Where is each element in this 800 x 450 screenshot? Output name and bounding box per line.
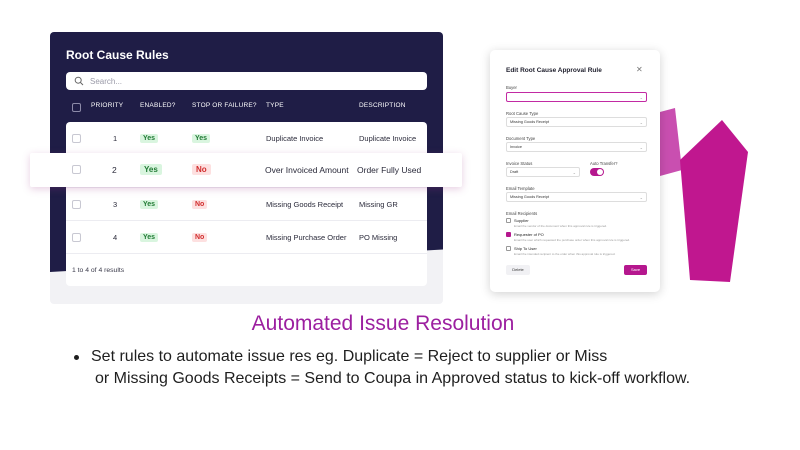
- buyer-select[interactable]: ⌄: [506, 92, 647, 102]
- table-row[interactable]: 1 Yes Yes Duplicate Invoice Duplicate In…: [66, 122, 427, 155]
- pagination-summary: 1 to 4 of 4 results: [72, 267, 125, 274]
- enabled-badge: Yes: [140, 134, 159, 143]
- ship-to-desc: Email the intended recipient to the orde…: [514, 252, 616, 256]
- chevron-down-icon: ⌄: [639, 145, 643, 150]
- email-template-label: Email Template: [506, 186, 535, 191]
- root-cause-type-label: Root Cause Type: [506, 111, 539, 116]
- panel-title: Root Cause Rules: [66, 48, 169, 62]
- row-checkbox[interactable]: [72, 233, 81, 242]
- requester-option: Requester of PO: [514, 232, 544, 237]
- table-row[interactable]: 4 Yes No Missing Purchase Order PO Missi…: [66, 221, 427, 254]
- buyer-label: Buyer: [506, 85, 517, 90]
- table-row[interactable]: 3 Yes No Missing Goods Receipt Missing G…: [66, 188, 427, 221]
- row-checkbox[interactable]: [72, 134, 81, 143]
- row-type: Duplicate Invoice: [266, 134, 324, 143]
- delete-button[interactable]: Delete: [506, 265, 530, 275]
- search-box[interactable]: [66, 72, 427, 90]
- enabled-badge: Yes: [140, 164, 162, 175]
- search-input[interactable]: [90, 76, 410, 86]
- invoice-status-select[interactable]: Draft ⌄: [506, 167, 580, 177]
- row-type: Missing Goods Receipt: [266, 200, 344, 209]
- row-description: Order Fully Used: [357, 165, 422, 175]
- row-checkbox[interactable]: [72, 200, 81, 209]
- requester-desc: Email the user which requested the purch…: [514, 238, 631, 242]
- row-type: Over Invoiced Amount: [265, 165, 349, 175]
- search-icon: [74, 76, 84, 86]
- bullet-point: Set rules to automate issue res eg. Dupl…: [70, 346, 750, 390]
- enabled-badge: Yes: [140, 233, 159, 242]
- document-type-label: Document Type: [506, 136, 536, 141]
- chevron-down-icon: ⌄: [639, 95, 643, 100]
- chevron-down-icon: ⌄: [639, 120, 643, 125]
- ship-to-checkbox[interactable]: [506, 246, 511, 251]
- table-header: PRIORITY ENABLED? STOP OR FAILURE? TYPE …: [66, 98, 427, 118]
- root-cause-type-select[interactable]: Missing Goods Receipt ⌄: [506, 117, 647, 127]
- requester-checkbox[interactable]: [506, 232, 511, 237]
- stop-badge: No: [192, 164, 211, 175]
- row-priority: 2: [112, 165, 117, 175]
- row-description: PO Missing: [359, 233, 398, 242]
- header-priority[interactable]: PRIORITY: [91, 102, 123, 109]
- edit-rule-modal: Edit Root Cause Approval Rule ✕ Buyer ⌄ …: [490, 50, 660, 292]
- supplier-option: Supplier: [514, 218, 529, 223]
- headline: Automated Issue Resolution: [251, 312, 515, 335]
- stop-badge: Yes: [192, 134, 211, 143]
- bullet-line-2: or Missing Goods Receipts = Send to Coup…: [95, 370, 691, 387]
- bullet-line-1: Set rules to automate issue res eg. Dupl…: [91, 348, 608, 365]
- select-all-checkbox[interactable]: [72, 103, 81, 112]
- rules-table: 1 Yes Yes Duplicate Invoice Duplicate In…: [66, 122, 427, 286]
- document-type-select[interactable]: Invoice ⌄: [506, 142, 647, 152]
- bullet-icon: [74, 355, 79, 360]
- header-enabled[interactable]: ENABLED?: [140, 102, 176, 109]
- supplier-checkbox[interactable]: [506, 218, 511, 223]
- save-button[interactable]: Save: [624, 265, 647, 275]
- email-recipients-label: Email Recipients: [506, 211, 538, 216]
- row-checkbox[interactable]: [72, 165, 81, 174]
- supplier-desc: Email the vendor of the document when th…: [514, 224, 608, 228]
- row-type: Missing Purchase Order: [266, 233, 347, 242]
- header-type[interactable]: TYPE: [266, 102, 284, 109]
- header-stop-or-failure[interactable]: STOP OR FAILURE?: [192, 102, 257, 109]
- stop-badge: No: [192, 200, 208, 209]
- row-priority: 1: [113, 134, 118, 143]
- auto-transfer-label: Auto Transfer?: [590, 161, 618, 166]
- highlighted-table-row[interactable]: 2 Yes No Over Invoiced Amount Order Full…: [30, 153, 462, 187]
- email-template-select[interactable]: Missing Goods Receipt ⌄: [506, 192, 647, 202]
- row-priority: 4: [113, 233, 118, 242]
- header-description[interactable]: DESCRIPTION: [359, 102, 406, 109]
- close-icon[interactable]: ✕: [636, 65, 643, 74]
- auto-transfer-toggle[interactable]: [590, 168, 604, 176]
- row-priority: 3: [113, 200, 118, 209]
- stop-badge: No: [192, 233, 208, 242]
- modal-title: Edit Root Cause Approval Rule: [506, 67, 602, 74]
- chevron-down-icon: ⌄: [639, 195, 643, 200]
- row-description: Missing GR: [359, 200, 398, 209]
- chevron-down-icon: ⌄: [572, 170, 576, 175]
- row-description: Duplicate Invoice: [359, 134, 417, 143]
- enabled-badge: Yes: [140, 200, 159, 209]
- invoice-status-label: Invoice Status: [506, 161, 533, 166]
- ship-to-option: Ship To User: [514, 246, 537, 251]
